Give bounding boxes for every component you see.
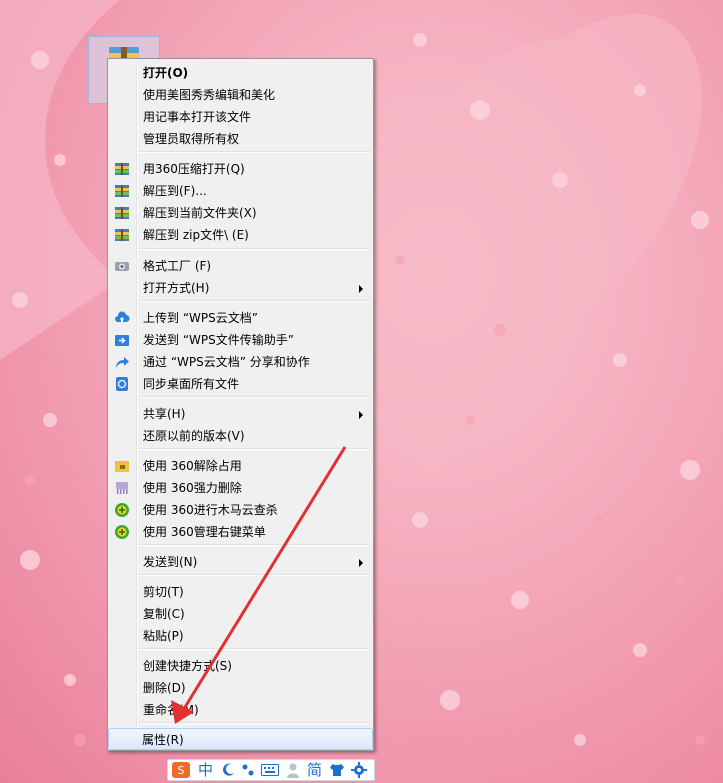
menu-item-19[interactable]: 使用 360进行木马云查杀 xyxy=(110,499,372,521)
menu-item-15[interactable]: 共享(H) xyxy=(110,403,372,425)
menu-item-6[interactable]: 解压到(F)... xyxy=(110,180,372,202)
menu-item-label: 打开方式(H) xyxy=(143,281,210,295)
menu-item-label: 用记事本打开该文件 xyxy=(143,110,252,124)
menu-item-27[interactable]: 重命名(M) xyxy=(110,699,372,721)
menu-item-8[interactable]: 解压到 zip文件\ (E) xyxy=(110,224,372,246)
menu-item-10[interactable]: 打开方式(H) xyxy=(110,277,372,299)
menu-item-label: 发送到 “WPS文件传输助手” xyxy=(143,333,294,347)
skin-shirt-icon[interactable] xyxy=(329,763,345,777)
menu-separator xyxy=(139,248,371,250)
menu-item-label: 删除(D) xyxy=(143,681,186,695)
menu-item-label: 共享(H) xyxy=(143,407,186,421)
menu-item-14[interactable]: 同步桌面所有文件 xyxy=(110,373,372,395)
menu-item-label: 还原以前的版本(V) xyxy=(143,429,245,443)
menu-item-5[interactable]: 用360压缩打开(Q) xyxy=(110,158,372,180)
menu-item-label: 解压到(F)... xyxy=(143,184,207,198)
submenu-arrow-icon xyxy=(359,411,363,419)
menu-item-label: 使用 360解除占用 xyxy=(143,459,242,473)
menu-item-17[interactable]: 使用 360解除占用 xyxy=(110,455,372,477)
menu-item-label: 使用 360进行木马云查杀 xyxy=(143,503,278,517)
menu-item-12[interactable]: 发送到 “WPS文件传输助手” xyxy=(110,329,372,351)
menu-item-11[interactable]: 上传到 “WPS云文档” xyxy=(110,307,372,329)
menu-item-16[interactable]: 还原以前的版本(V) xyxy=(110,425,372,447)
punctuation-icon[interactable] xyxy=(241,763,255,777)
360-shield-icon xyxy=(114,502,130,518)
menu-item-label: 创建快捷方式(S) xyxy=(143,659,232,673)
ime-mode-label[interactable]: 中 xyxy=(198,761,213,779)
menu-separator xyxy=(139,574,371,576)
360-shield-icon xyxy=(114,524,130,540)
menu-item-25[interactable]: 创建快捷方式(S) xyxy=(110,655,372,677)
menu-item-label: 使用美图秀秀编辑和美化 xyxy=(143,88,276,102)
menu-item-label: 上传到 “WPS云文档” xyxy=(143,311,258,325)
menu-item-label: 管理员取得所有权 xyxy=(143,132,240,146)
user-icon[interactable] xyxy=(286,762,300,778)
menu-item-label: 使用 360强力删除 xyxy=(143,481,242,495)
archive-icon xyxy=(114,205,130,221)
menu-item-label: 解压到 zip文件\ (E) xyxy=(143,228,249,242)
context-menu: 打开(O) 使用美图秀秀编辑和美化 用记事本打开该文件 管理员取得所有权 用360压缩打… xyxy=(107,58,374,751)
menu-item-label: 使用 360管理右键菜单 xyxy=(143,525,266,539)
menu-separator xyxy=(139,448,371,450)
ime-width-label[interactable]: 简 xyxy=(307,761,322,779)
menu-item-3[interactable]: 用记事本打开该文件 xyxy=(110,106,372,128)
send-folder-icon xyxy=(114,332,130,348)
menu-item-9[interactable]: 格式工厂 (F) xyxy=(110,255,372,277)
menu-item-4[interactable]: 管理员取得所有权 xyxy=(110,128,372,150)
sogou-logo-icon: S xyxy=(172,762,190,778)
menu-separator xyxy=(139,648,371,650)
menu-item-label: 属性(R) xyxy=(142,733,184,747)
cloud-upload-icon xyxy=(114,310,130,326)
unlock-folder-icon xyxy=(114,458,130,474)
menu-item-24[interactable]: 粘贴(P) xyxy=(110,625,372,647)
menu-item-26[interactable]: 删除(D) xyxy=(110,677,372,699)
menu-item-label: 格式工厂 (F) xyxy=(143,259,212,273)
menu-item-label: 剪切(T) xyxy=(143,585,184,599)
menu-item-7[interactable]: 解压到当前文件夹(X) xyxy=(110,202,372,224)
menu-item-label: 重命名(M) xyxy=(143,703,199,717)
archive-icon xyxy=(114,227,130,243)
archive-icon xyxy=(114,183,130,199)
menu-item-22[interactable]: 剪切(T) xyxy=(110,581,372,603)
menu-separator xyxy=(139,544,371,546)
menu-item-28[interactable]: 属性(R) xyxy=(108,728,373,750)
share-arrow-icon xyxy=(114,354,130,370)
svg-text:S: S xyxy=(178,764,185,777)
sync-icon xyxy=(114,376,130,392)
settings-gear-icon[interactable] xyxy=(351,762,367,778)
submenu-arrow-icon xyxy=(359,285,363,293)
keyboard-icon[interactable] xyxy=(261,764,279,776)
menu-item-label: 粘贴(P) xyxy=(143,629,184,643)
menu-item-label: 通过 “WPS云文档” 分享和协作 xyxy=(143,355,310,369)
archive-icon xyxy=(114,161,130,177)
menu-separator xyxy=(139,300,371,302)
menu-item-23[interactable]: 复制(C) xyxy=(110,603,372,625)
menu-item-1[interactable]: 打开(O) xyxy=(110,62,372,84)
menu-item-label: 解压到当前文件夹(X) xyxy=(143,206,257,220)
submenu-arrow-icon xyxy=(359,559,363,567)
menu-item-18[interactable]: 使用 360强力删除 xyxy=(110,477,372,499)
menu-item-label: 发送到(N) xyxy=(143,555,198,569)
menu-separator xyxy=(139,396,371,398)
menu-item-label: 同步桌面所有文件 xyxy=(143,377,240,391)
menu-separator xyxy=(139,151,371,153)
menu-item-21[interactable]: 发送到(N) xyxy=(110,551,372,573)
moon-icon[interactable] xyxy=(221,763,235,777)
menu-item-2[interactable]: 使用美图秀秀编辑和美化 xyxy=(110,84,372,106)
menu-item-label: 用360压缩打开(Q) xyxy=(143,162,245,176)
menu-item-label: 打开(O) xyxy=(143,66,189,80)
menu-item-20[interactable]: 使用 360管理右键菜单 xyxy=(110,521,372,543)
shred-icon xyxy=(114,480,130,496)
menu-separator xyxy=(139,722,371,724)
ime-toolbar[interactable]: S 中 简 xyxy=(167,759,375,781)
menu-item-13[interactable]: 通过 “WPS云文档” 分享和协作 xyxy=(110,351,372,373)
menu-item-label: 复制(C) xyxy=(143,607,185,621)
format-factory-icon xyxy=(114,258,130,274)
